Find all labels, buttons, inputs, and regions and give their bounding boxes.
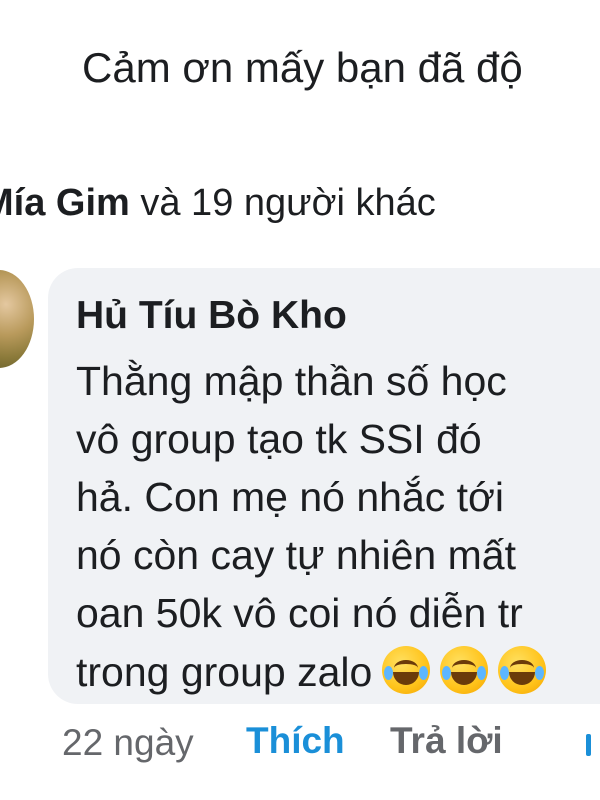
comment-text-line: oan 50k vô coi nó diễn tr bbox=[76, 590, 523, 636]
avatar[interactable] bbox=[0, 270, 34, 368]
rolling-laughing-emoji-icon bbox=[382, 646, 431, 694]
comment: Hủ Tíu Bò Kho Thằng mập thần số học vô g… bbox=[0, 266, 600, 800]
comment-text-line: Thằng mập thần số học bbox=[76, 358, 507, 404]
rolling-laughing-emoji-icon bbox=[498, 646, 547, 694]
reactor-name[interactable]: Mía Gim bbox=[0, 182, 130, 224]
comment-text-last: trong group zalo bbox=[76, 649, 373, 695]
reply-button[interactable]: Trả lời bbox=[390, 720, 503, 762]
comment-text-line: nó còn cay tự nhiên mất bbox=[76, 532, 516, 578]
rolling-laughing-emoji-icon bbox=[440, 646, 489, 694]
comment-text-line: vô group tạo tk SSI đó bbox=[76, 416, 482, 462]
post-text-snippet: Cảm ơn mấy bạn đã độ bbox=[82, 44, 523, 91]
reactor-count-text: và 19 người khác bbox=[129, 182, 436, 224]
comment-timestamp: 22 ngày bbox=[62, 722, 194, 763]
comment-text-line-last: trong group zalo bbox=[76, 646, 547, 696]
like-button[interactable]: Thích bbox=[246, 720, 345, 762]
comment-text-line: hả. Con mẹ nó nhắc tới bbox=[76, 474, 505, 520]
post-preview-card[interactable]: Cảm ơn mấy bạn đã độ bbox=[0, 0, 600, 141]
reactions-summary[interactable]: Mía Gim và 19 người khác bbox=[0, 140, 600, 266]
reactions-text: Mía Gim và 19 người khác bbox=[0, 182, 436, 225]
comment-bubble[interactable]: Hủ Tíu Bò Kho Thằng mập thần số học vô g… bbox=[48, 268, 600, 704]
comment-actions: 22 ngày Thích Trả lời bbox=[0, 704, 600, 800]
comment-author[interactable]: Hủ Tíu Bò Kho bbox=[76, 294, 347, 338]
more-options-icon[interactable] bbox=[586, 734, 591, 756]
